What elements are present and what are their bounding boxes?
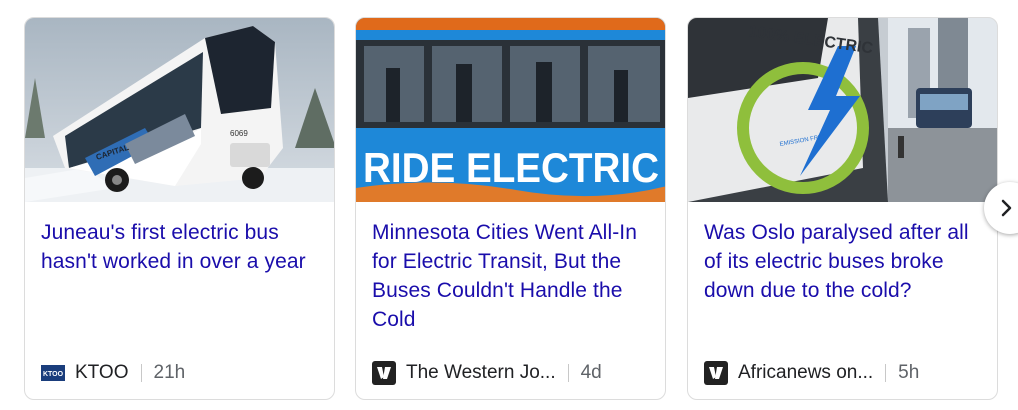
news-meta: KTOO KTOO 21h — [41, 360, 185, 386]
news-headline[interactable]: Minnesota Cities Went All-In for Electri… — [372, 218, 654, 334]
svg-text:KTOO: KTOO — [43, 371, 64, 378]
news-card-image[interactable]: 100% ELECTRIC EMISSION FREE — [688, 18, 997, 202]
news-card[interactable]: 100% ELECTRIC EMISSION FREE Was Oslo par… — [687, 17, 998, 400]
msn-source-logo-icon — [372, 361, 396, 385]
news-timestamp: 4d — [580, 362, 602, 383]
news-card-image[interactable]: CAPITAL 6069 — [25, 18, 334, 202]
ride-electric-text: RIDE ELECTRIC — [363, 144, 659, 191]
bus-number-text: 6069 — [230, 129, 248, 138]
news-source: Africanews on... — [738, 362, 874, 383]
news-timestamp: 21h — [153, 362, 186, 383]
news-meta: The Western Jo... 4d — [372, 360, 602, 386]
news-card[interactable]: CAPITAL 6069 Juneau's first electric bus… — [24, 17, 335, 400]
news-source: The Western Jo... — [406, 362, 556, 383]
chevron-right-icon — [1001, 199, 1013, 217]
news-headline[interactable]: Was Oslo paralysed after all of its elec… — [704, 218, 986, 305]
news-meta: Africanews on... 5h — [704, 360, 919, 386]
meta-divider — [567, 364, 569, 382]
meta-divider — [140, 364, 142, 382]
meta-divider — [885, 364, 887, 382]
news-card[interactable]: RIDE ELECTRIC Minnesota Cities Went All-… — [355, 17, 666, 400]
ktoo-logo-icon: KTOO — [41, 361, 65, 385]
news-headline[interactable]: Juneau's first electric bus hasn't worke… — [41, 218, 323, 276]
msn-source-logo-icon — [704, 361, 728, 385]
news-source: KTOO — [75, 362, 129, 383]
news-card-image[interactable]: RIDE ELECTRIC — [356, 18, 665, 202]
news-carousel: CAPITAL 6069 Juneau's first electric bus… — [0, 0, 1018, 410]
news-timestamp: 5h — [898, 362, 920, 383]
